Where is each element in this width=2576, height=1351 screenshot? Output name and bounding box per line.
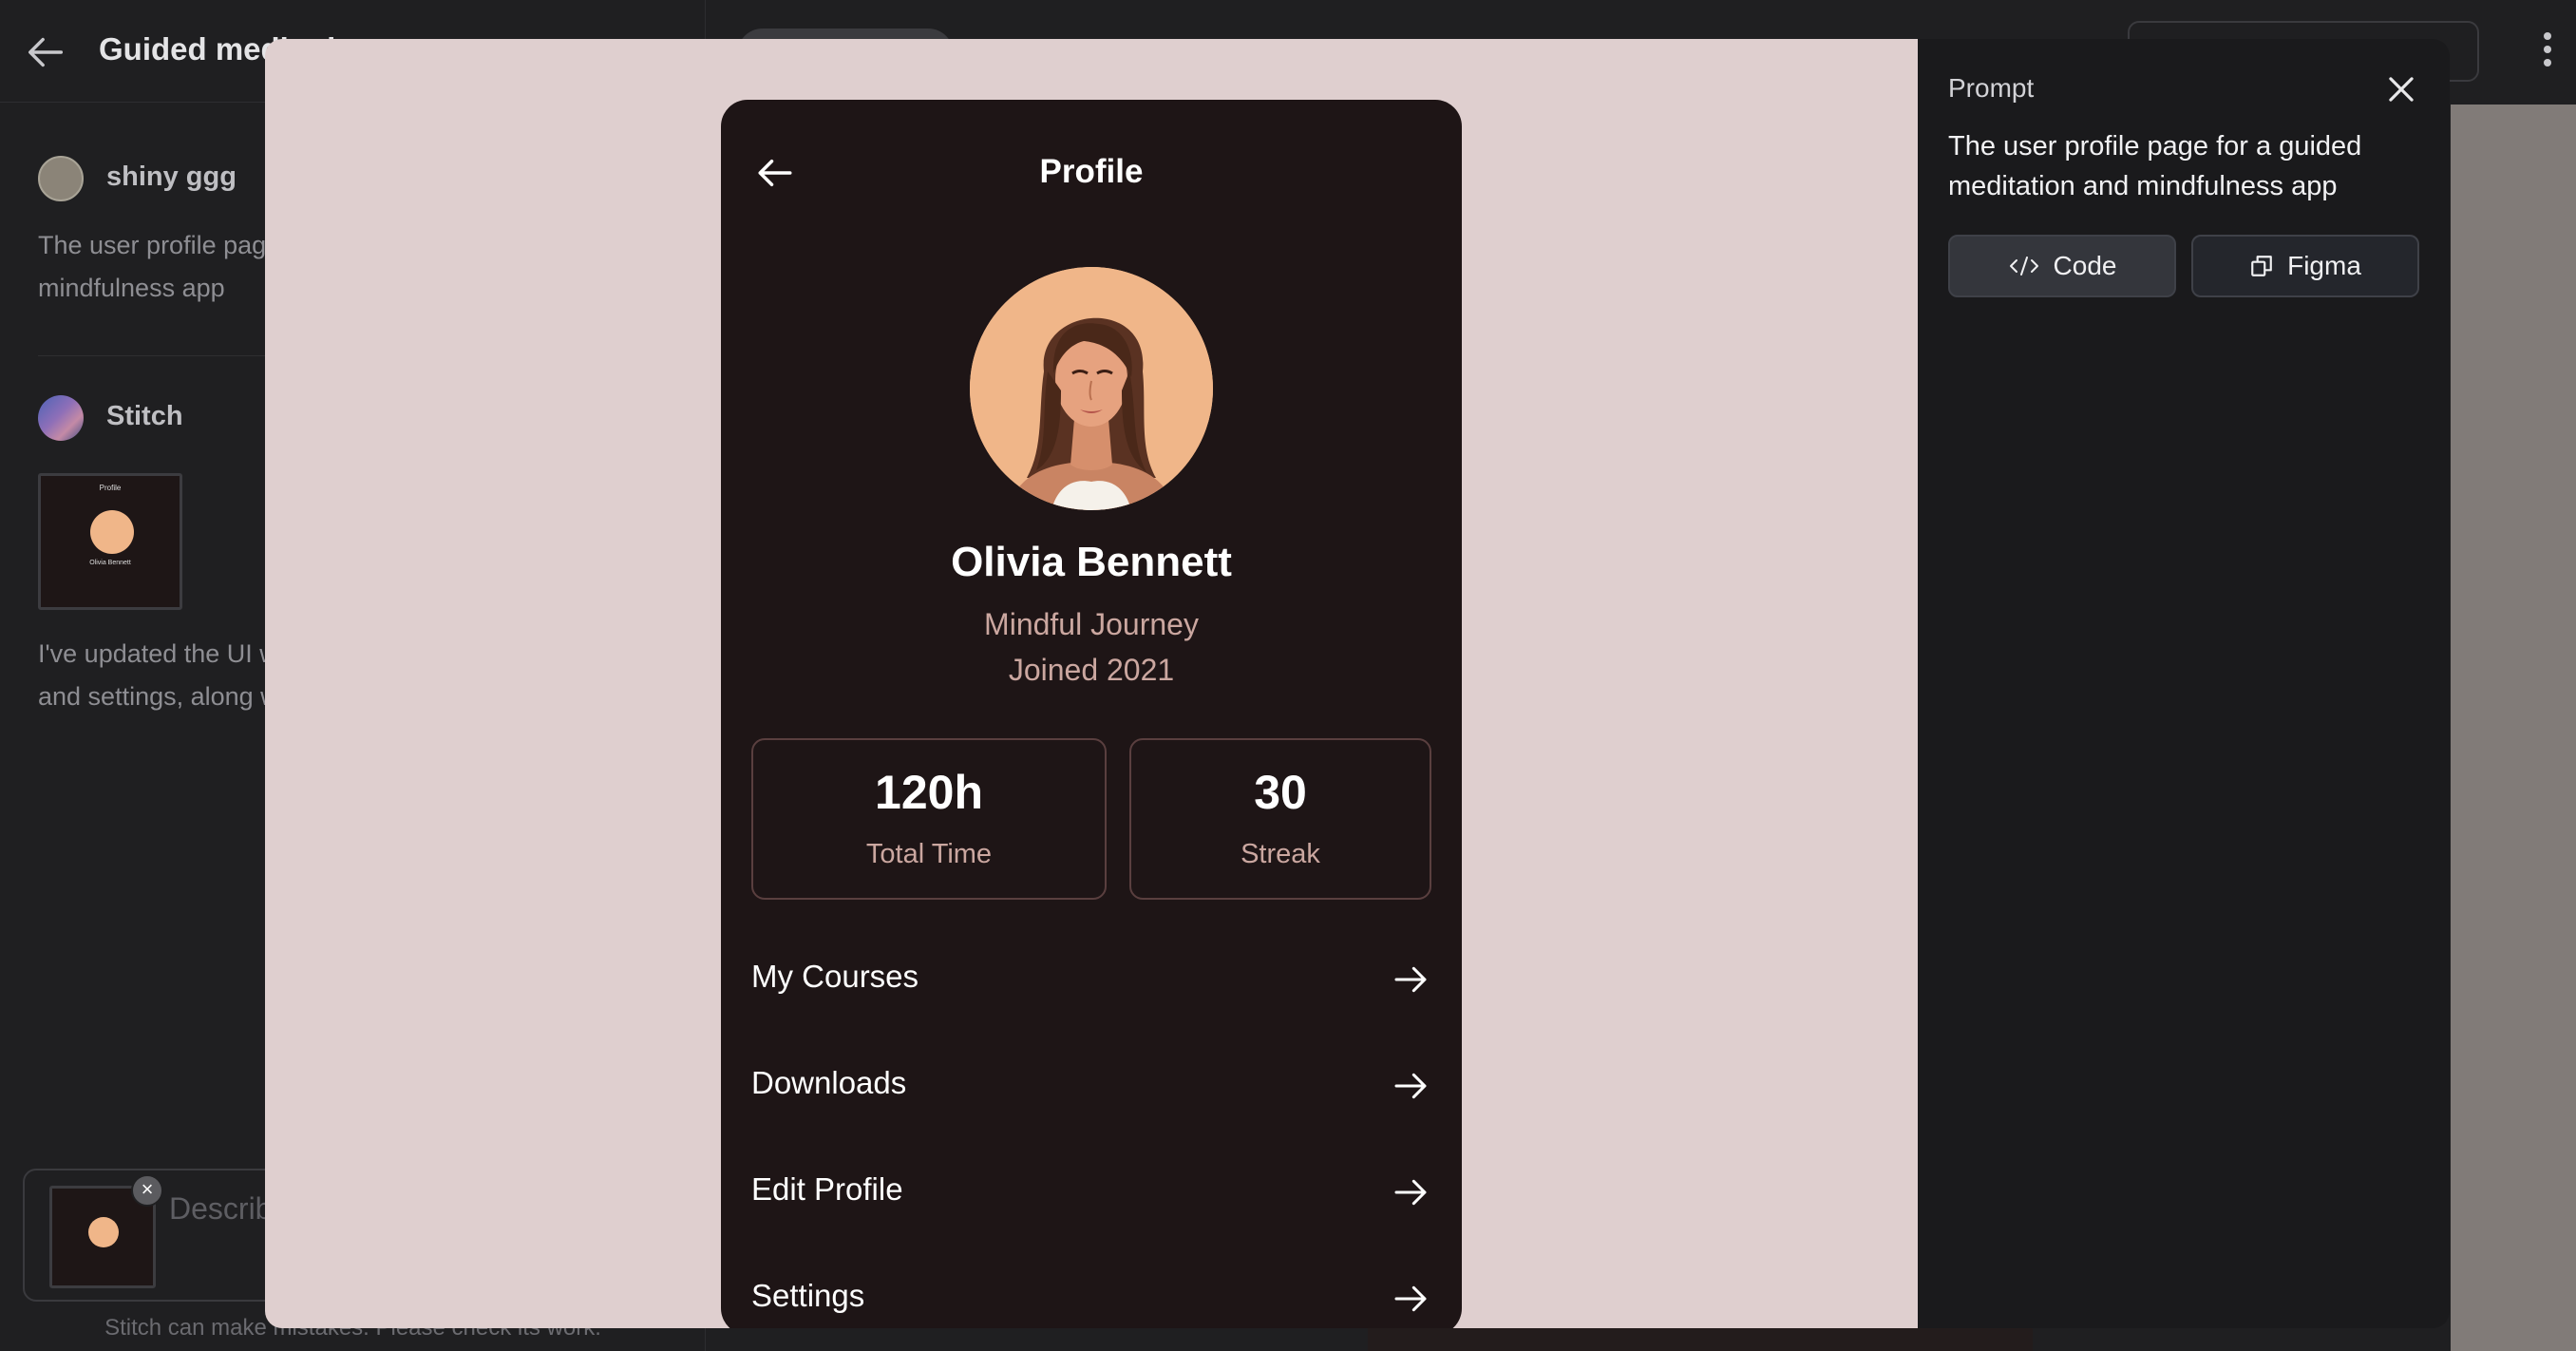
remove-attachment-icon[interactable]: × bbox=[131, 1174, 163, 1207]
preview-modal: Profile Olivia Bennett Mindful Journey J… bbox=[265, 39, 2450, 1328]
figma-button-label: Figma bbox=[2287, 251, 2361, 280]
page-title: Profile bbox=[1039, 153, 1144, 190]
back-arrow-icon[interactable] bbox=[25, 30, 68, 74]
menu-item-label: Settings bbox=[751, 1278, 865, 1313]
menu-item-my-courses[interactable]: My Courses bbox=[751, 942, 1431, 1018]
woman-portrait-icon bbox=[970, 267, 1213, 510]
design-thumbnail[interactable]: Profile Olivia Bennett bbox=[38, 473, 182, 610]
stat-card-total-time: 120h Total Time bbox=[751, 738, 1107, 900]
user-avatar bbox=[38, 156, 84, 201]
stat-label: Streak bbox=[1241, 839, 1320, 869]
menu-item-label: Edit Profile bbox=[751, 1171, 903, 1207]
menu-item-label: My Courses bbox=[751, 959, 919, 994]
copy-icon bbox=[2251, 256, 2272, 276]
assistant-name: Stitch bbox=[106, 401, 183, 431]
code-button[interactable]: Code bbox=[1948, 235, 2176, 297]
canvas-frame bbox=[2451, 105, 2576, 1351]
user-name: shiny ggg bbox=[106, 162, 237, 192]
profile-name: Olivia Bennett bbox=[951, 539, 1232, 585]
code-button-label: Code bbox=[2053, 251, 2117, 280]
arrow-right-icon bbox=[1394, 966, 1427, 993]
app-root: Guided meditation shiny ggg The user pro… bbox=[0, 0, 2576, 1351]
stitch-avatar bbox=[38, 395, 84, 441]
profile-joined: Joined 2021 bbox=[1008, 653, 1175, 687]
stat-card-streak: 30 Streak bbox=[1129, 738, 1431, 900]
close-icon[interactable] bbox=[2383, 71, 2419, 107]
code-icon bbox=[2009, 257, 2038, 276]
stat-value: 30 bbox=[1254, 766, 1307, 819]
stat-label: Total Time bbox=[865, 839, 993, 869]
preview-area: Profile Olivia Bennett Mindful Journey J… bbox=[265, 39, 1918, 1328]
stat-value: 120h bbox=[875, 766, 983, 819]
prompt-panel: Prompt The user profile page for a guide… bbox=[1918, 39, 2450, 1328]
menu-item-label: Downloads bbox=[751, 1065, 907, 1100]
menu-item-edit-profile[interactable]: Edit Profile bbox=[751, 1154, 1431, 1230]
figma-button[interactable]: Figma bbox=[2191, 235, 2419, 297]
prompt-text: The user profile page for a guided medit… bbox=[1948, 131, 2362, 201]
thumbnail-name: Olivia Bennett bbox=[89, 560, 131, 566]
profile-avatar bbox=[970, 267, 1213, 510]
more-options-icon[interactable] bbox=[2542, 32, 2553, 70]
arrow-right-icon bbox=[1394, 1285, 1427, 1312]
thumbnail-avatar bbox=[90, 510, 134, 554]
menu-item-settings[interactable]: Settings bbox=[751, 1261, 1431, 1328]
prompt-label: Prompt bbox=[1948, 73, 2035, 103]
arrow-right-icon bbox=[1394, 1179, 1427, 1206]
menu-item-downloads[interactable]: Downloads bbox=[751, 1048, 1431, 1124]
profile-tagline: Mindful Journey bbox=[984, 607, 1199, 641]
thumbnail-title: Profile bbox=[99, 484, 122, 492]
arrow-right-icon bbox=[1394, 1073, 1427, 1099]
phone-screen: Profile Olivia Bennett Mindful Journey J… bbox=[721, 100, 1462, 1328]
attached-thumbnail-avatar bbox=[88, 1217, 119, 1247]
